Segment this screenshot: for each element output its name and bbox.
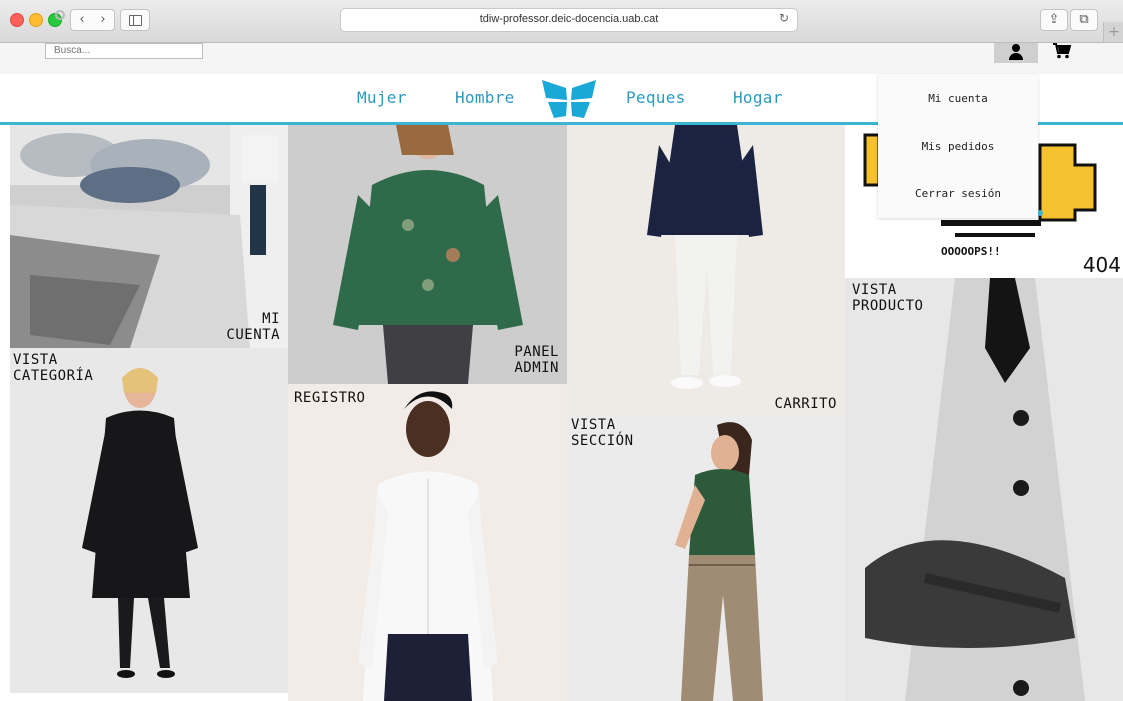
menu-item-mis-pedidos[interactable]: Mis pedidos <box>878 140 1038 153</box>
man-white-shirt-photo <box>288 384 567 701</box>
browser-toolbar: ‹ › tdiw-professor.deic-docencia.uab.cat… <box>0 0 1123 43</box>
nav-link-mujer[interactable]: Mujer <box>357 88 407 107</box>
new-tab-button[interactable]: + <box>1103 22 1123 42</box>
woman-coat-photo <box>10 348 288 693</box>
error-oops-text: OOOOOPS!! <box>941 245 1001 258</box>
share-icon: ⇪ <box>1048 12 1060 27</box>
sidebar-toggle-button[interactable] <box>120 9 150 31</box>
tile-vista-categoria[interactable]: VISTA CATEGORÍA <box>10 348 288 693</box>
tab-overview-button[interactable]: ⧉ <box>1070 9 1098 31</box>
cart-icon[interactable] <box>1053 43 1072 64</box>
address-bar[interactable]: tdiw-professor.deic-docencia.uab.cat ↻ <box>340 8 798 32</box>
close-window-button[interactable] <box>10 13 24 27</box>
tile-label-vista-categoria: VISTA CATEGORÍA <box>13 352 94 384</box>
search-input[interactable] <box>45 43 203 59</box>
tabs-icon: ⧉ <box>1079 12 1089 27</box>
sidebar-icon <box>129 15 142 26</box>
nav-link-peques[interactable]: Peques <box>626 88 686 107</box>
tile-panel-admin[interactable]: PANEL ADMIN <box>288 125 567 384</box>
plus-icon: + <box>1108 24 1120 40</box>
url-text: tdiw-professor.deic-docencia.uab.cat <box>479 13 659 25</box>
tile-label-carrito: CARRITO <box>774 396 837 412</box>
tile-vista-producto[interactable]: VISTA PRODUCTO <box>845 278 1123 701</box>
user-icon[interactable] <box>1008 44 1024 62</box>
nav-link-hombre[interactable]: Hombre <box>455 88 515 107</box>
suit-detail-photo <box>845 278 1123 701</box>
back-button[interactable]: ‹ <box>70 9 94 31</box>
tile-vista-seccion[interactable]: VISTA SECCIÓN <box>567 415 845 701</box>
tile-registro[interactable]: REGISTRO <box>288 384 567 701</box>
tile-label-vista-producto: VISTA PRODUCTO <box>852 282 924 314</box>
tile-label-panel-admin: PANEL ADMIN <box>514 344 559 376</box>
menu-item-cerrar-sesion[interactable]: Cerrar sesión <box>878 187 1038 200</box>
menu-item-mi-cuenta[interactable]: Mi cuenta <box>878 92 1038 105</box>
woman-plaid-trousers-photo <box>567 415 845 701</box>
man-sweater-photo <box>567 125 845 415</box>
chevron-left-icon: ‹ <box>79 12 85 27</box>
reload-icon[interactable]: ↻ <box>779 11 789 25</box>
chevron-right-icon: › <box>100 12 106 27</box>
butterfly-logo-icon[interactable] <box>540 78 598 120</box>
tile-label-vista-seccion: VISTA SECCIÓN <box>571 417 634 449</box>
account-dropdown-menu: Mi cuenta Mis pedidos Cerrar sesión <box>878 74 1038 218</box>
minimize-window-button[interactable] <box>29 13 43 27</box>
share-button[interactable]: ⇪ <box>1040 9 1068 31</box>
nav-link-hogar[interactable]: Hogar <box>733 88 783 107</box>
tile-label-registro: REGISTRO <box>294 390 366 406</box>
tile-mi-cuenta[interactable]: MI CUENTA <box>10 125 288 348</box>
forward-button[interactable]: › <box>92 9 115 31</box>
site-top-bar <box>0 43 1123 74</box>
tile-label-mi-cuenta: MI CUENTA <box>226 311 280 343</box>
tile-carrito[interactable]: CARRITO <box>567 125 845 415</box>
error-code-404: 404 <box>1082 253 1121 277</box>
search-icon <box>55 10 65 20</box>
